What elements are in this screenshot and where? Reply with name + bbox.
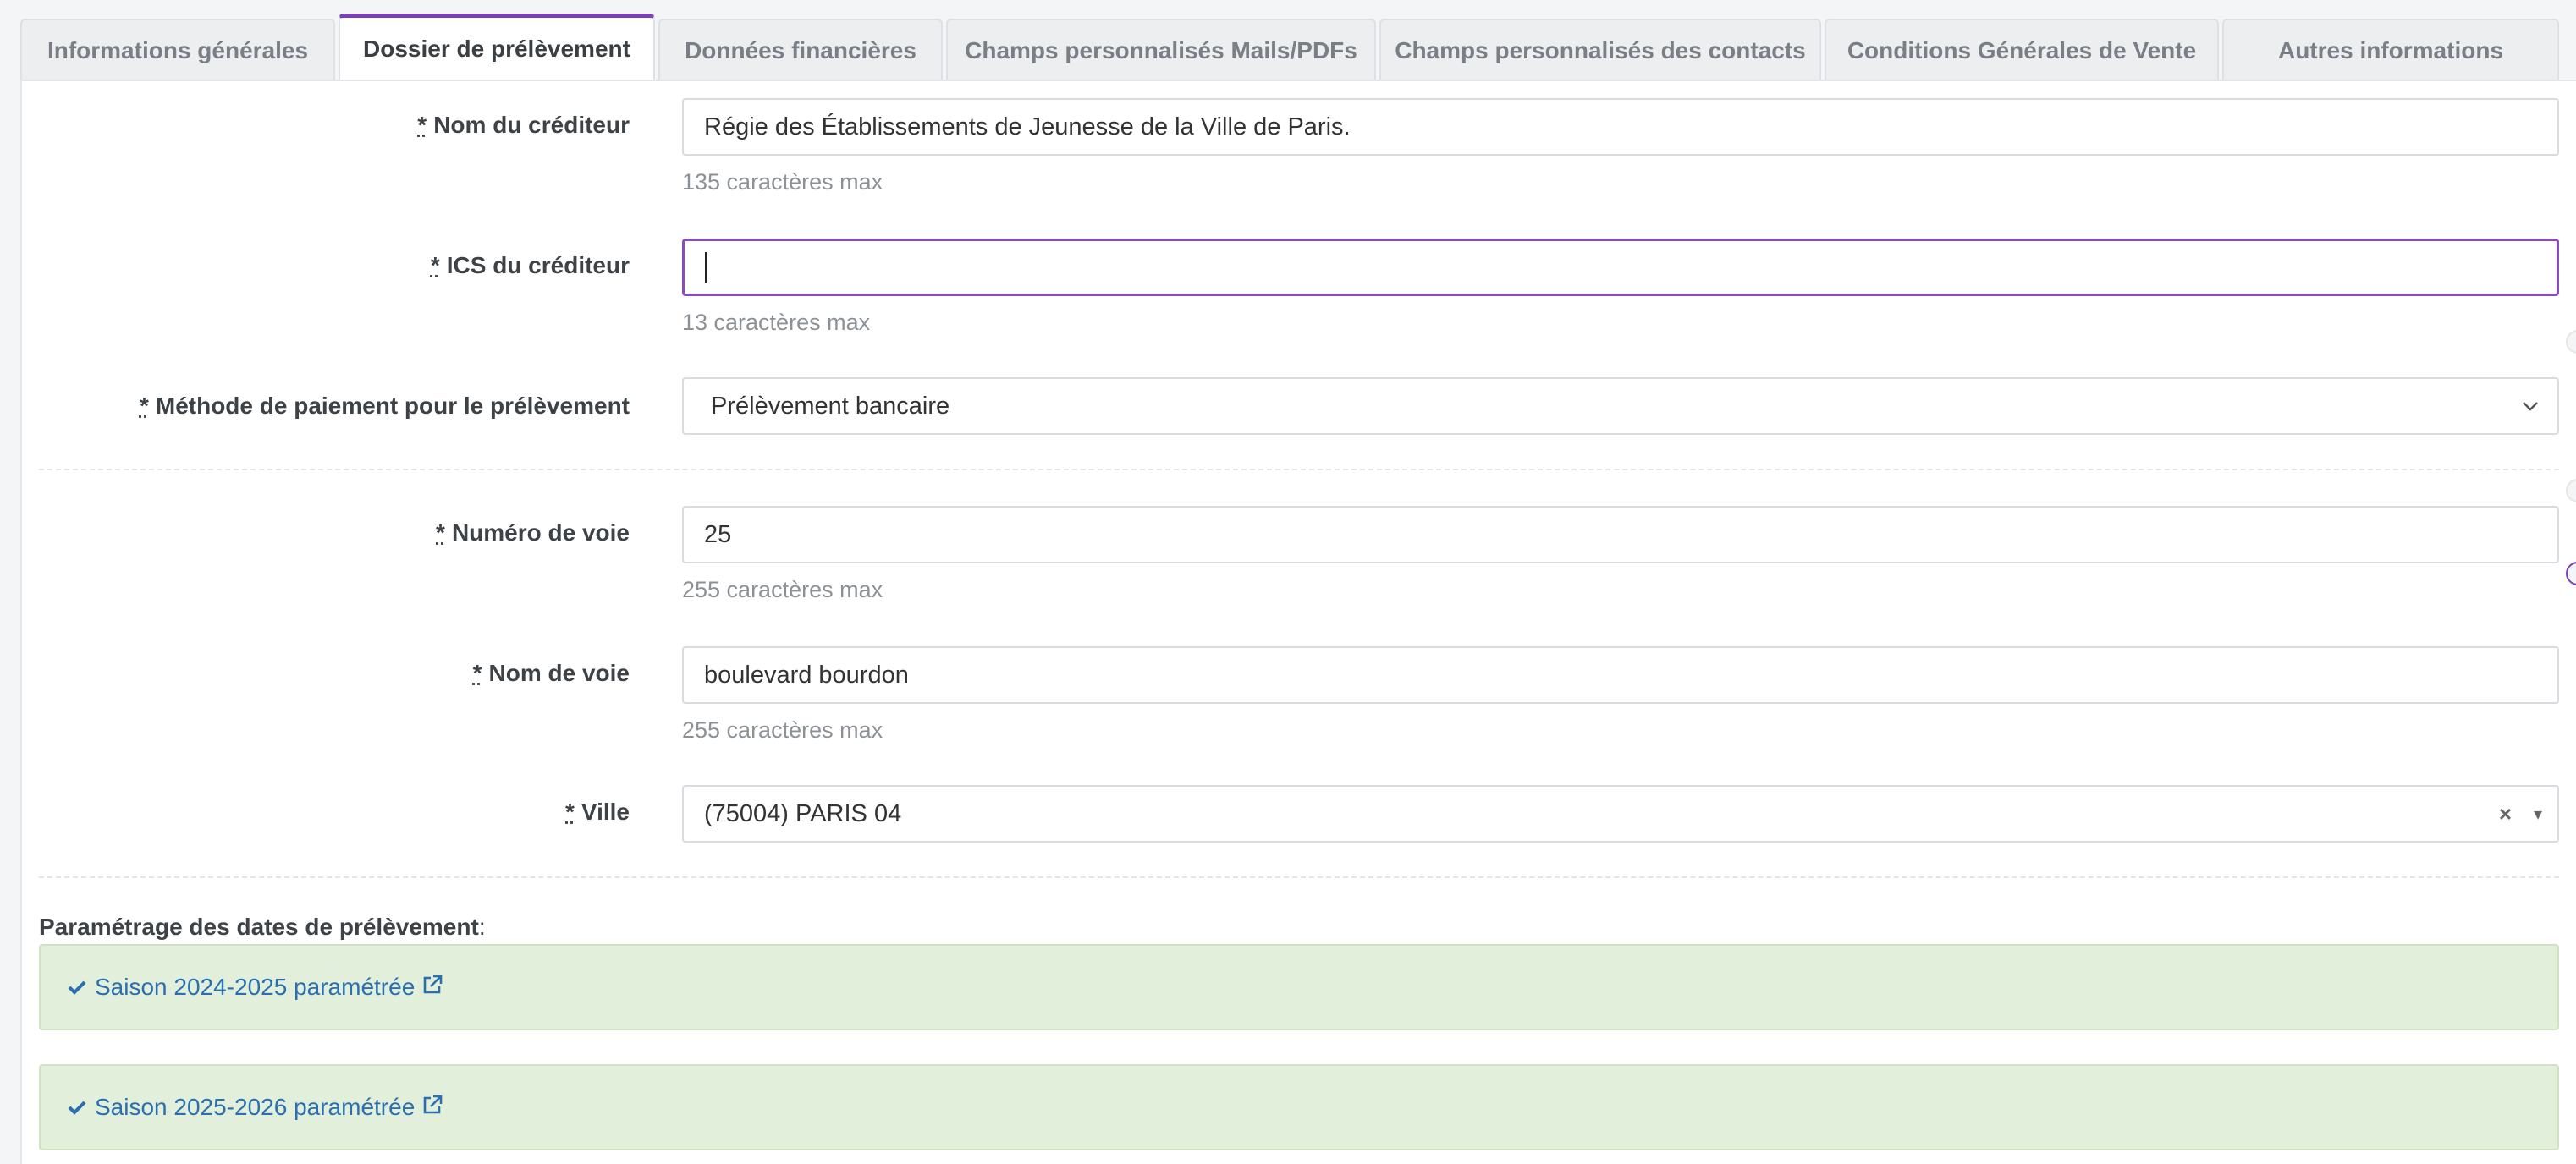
street-number-label: * Numéro de voie <box>436 519 630 546</box>
tab-label: Champs personnalisés des contacts <box>1395 37 1806 63</box>
required-mark: * <box>436 519 445 546</box>
tab-dossier-prelevement[interactable]: Dossier de prélèvement <box>339 14 655 81</box>
caret-down-icon: ▾ <box>2533 804 2542 824</box>
required-mark: * <box>139 393 149 419</box>
street-number-input[interactable]: 25 <box>682 506 2559 563</box>
city-label: * Ville <box>565 799 630 825</box>
tab-label: Dossier de prélèvement <box>363 35 630 62</box>
season-alert: Saison 2025-2026 paramétrée <box>39 1064 2559 1150</box>
creditor-name-help: 135 caractères max <box>682 169 883 195</box>
creditor-ics-label: * ICS du créditeur <box>430 252 630 278</box>
tab-label: Autres informations <box>2277 37 2504 63</box>
creditor-name-label: * Nom du créditeur <box>417 112 630 138</box>
season-alert: Saison 2024-2025 paramétrée <box>39 944 2559 1030</box>
tab-label: Conditions Générales de Vente <box>1847 37 2197 63</box>
creditor-ics-input[interactable] <box>682 239 2559 296</box>
creditor-ics-help: 13 caractères max <box>682 310 871 335</box>
external-link-icon[interactable] <box>421 1094 443 1122</box>
city-select[interactable]: (75004) PARIS 04 × ▾ <box>682 785 2559 843</box>
tab-champs-mails-pdfs[interactable]: Champs personnalisés Mails/PDFs <box>946 19 1376 81</box>
tab-champs-contacts[interactable]: Champs personnalisés des contacts <box>1379 19 1821 81</box>
tab-bar: Informations générales Dossier de prélèv… <box>20 10 2562 81</box>
form-panel: * Nom du créditeur Régie des Établissemen… <box>20 80 2576 1164</box>
tab-autres-informations[interactable]: Autres informations <box>2222 19 2559 81</box>
required-mark: * <box>430 252 440 278</box>
tab-donnees-financieres[interactable]: Données financières <box>658 19 943 81</box>
clear-icon[interactable]: × <box>2499 801 2512 827</box>
dates-section-title: Paramétrage des dates de prélèvement: <box>39 914 486 940</box>
divider <box>39 876 2559 878</box>
street-name-input[interactable]: boulevard bourdon <box>682 646 2559 704</box>
required-mark: * <box>565 799 575 825</box>
street-name-help: 255 caractères max <box>682 717 883 743</box>
tab-label: Informations générales <box>47 37 309 63</box>
tab-conditions-vente[interactable]: Conditions Générales de Vente <box>1825 19 2219 81</box>
external-link-icon[interactable] <box>421 974 443 1002</box>
street-name-label: * Nom de voie <box>472 660 630 686</box>
required-mark: * <box>417 112 427 138</box>
creditor-name-input[interactable]: Régie des Établissements de Jeunesse de … <box>682 98 2559 156</box>
check-icon <box>68 1095 86 1121</box>
tab-label: Champs personnalisés Mails/PDFs <box>965 37 1357 63</box>
divider <box>39 469 2559 470</box>
payment-method-label: * Méthode de paiement pour le prélèvement <box>139 393 630 419</box>
chevron-down-icon <box>2522 394 2539 418</box>
check-icon <box>68 975 86 1001</box>
tab-label: Données financières <box>685 37 916 63</box>
street-number-help: 255 caractères max <box>682 577 883 602</box>
season-link[interactable]: Saison 2024-2025 paramétrée <box>95 974 415 1001</box>
season-link[interactable]: Saison 2025-2026 paramétrée <box>95 1094 415 1121</box>
tab-informations-generales[interactable]: Informations générales <box>20 19 335 81</box>
text-caret <box>705 252 707 283</box>
payment-method-select[interactable]: Prélèvement bancaire <box>682 377 2559 435</box>
required-mark: * <box>472 660 482 686</box>
